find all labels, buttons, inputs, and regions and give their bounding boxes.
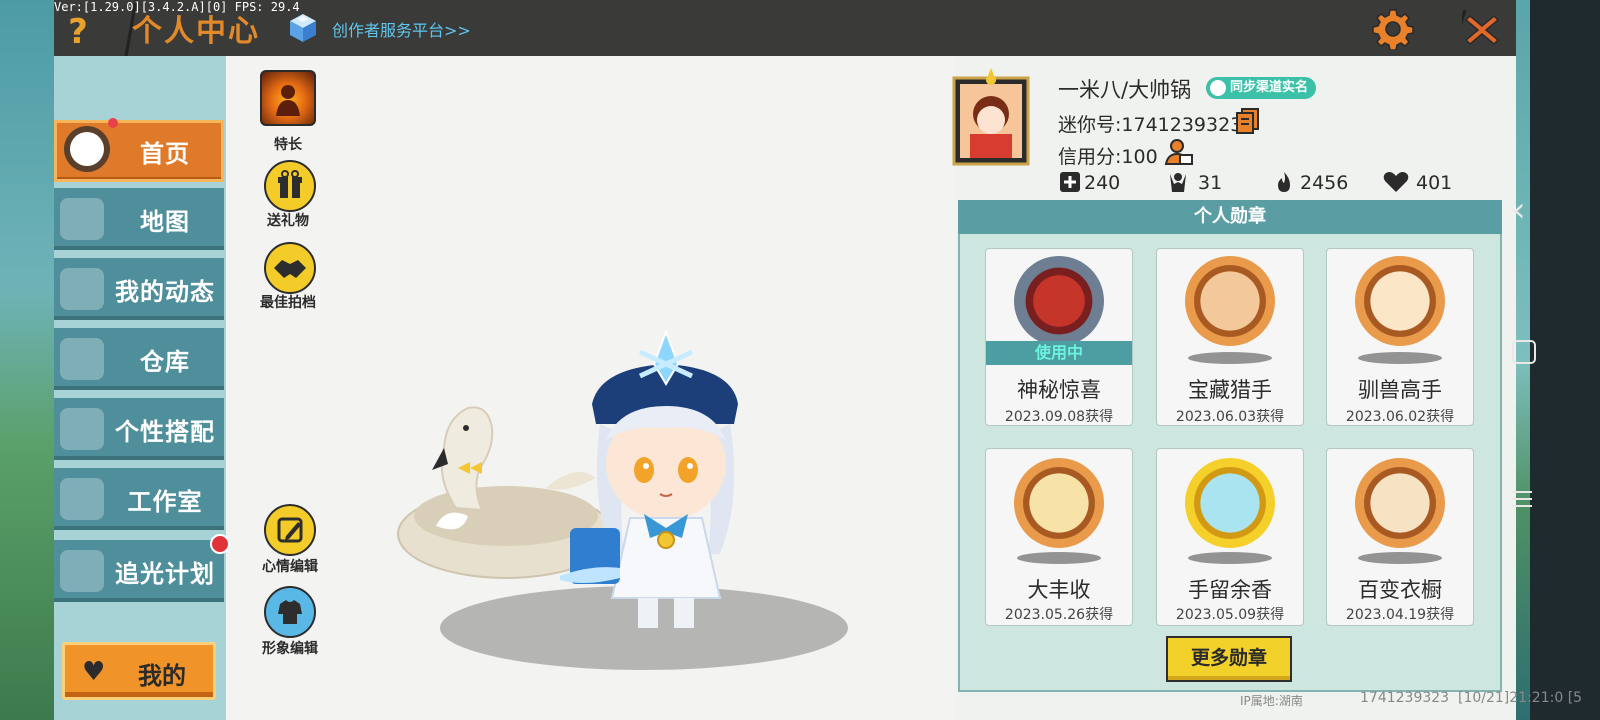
house-icon bbox=[60, 338, 104, 380]
medal-date: 2023.04.19获得 bbox=[1345, 607, 1455, 623]
credit-score: 信用分:100 bbox=[1058, 146, 1158, 168]
sidebar-item-label: 我的动态 bbox=[115, 278, 215, 306]
mini-id: 迷你号:1741239323 bbox=[1058, 114, 1243, 136]
mood-edit-label: 心情编辑 bbox=[262, 559, 318, 575]
popularity-count: 2456 bbox=[1300, 172, 1349, 194]
creator-platform-link[interactable]: 创作者服务平台>> bbox=[332, 17, 471, 41]
notification-dot bbox=[210, 534, 230, 554]
copy-icon[interactable] bbox=[1236, 108, 1260, 134]
help-button[interactable]: ? bbox=[62, 10, 94, 52]
fans-count: 31 bbox=[1198, 172, 1223, 194]
medal-name: 百变衣橱 bbox=[1358, 578, 1442, 602]
more-medals-button[interactable]: 更多勋章 bbox=[1166, 636, 1292, 682]
medal-name: 驯兽高手 bbox=[1358, 378, 1442, 402]
beast-tamer-medal bbox=[1355, 256, 1445, 346]
medal-date: 2023.06.02获得 bbox=[1345, 409, 1455, 425]
game-background-left bbox=[0, 0, 56, 720]
edit-icon[interactable] bbox=[264, 504, 316, 556]
fans-icon bbox=[1170, 173, 1186, 192]
talent-label: 特长 bbox=[274, 137, 302, 153]
version-text: Ver:[1.29.0][3.4.2.A][0] FPS: 29.4 bbox=[54, 0, 300, 14]
hearts-icon bbox=[1383, 172, 1409, 192]
person-check-icon bbox=[1210, 80, 1226, 96]
likes-count: 401 bbox=[1416, 172, 1453, 194]
handshake-icon[interactable] bbox=[264, 242, 316, 294]
sidebar-item-warehouse[interactable]: 仓库 bbox=[54, 328, 224, 390]
medal-shadow bbox=[1358, 352, 1442, 364]
medal-date: 2023.09.08获得 bbox=[1004, 409, 1114, 425]
gift-icon[interactable] bbox=[264, 160, 316, 212]
sidebar-item-my-feed[interactable]: 我的动态 bbox=[54, 258, 224, 320]
fire-figure-icon bbox=[276, 85, 300, 116]
sidebar-item-label: 追光计划 bbox=[115, 560, 215, 588]
best-partner-label: 最佳拍档 bbox=[260, 295, 316, 311]
medal-shadow bbox=[1188, 352, 1272, 364]
sidebar-item-label: 首页 bbox=[140, 140, 190, 168]
image-edit-label: 形象编辑 bbox=[262, 641, 318, 657]
sidebar-item-chase-light-plan[interactable]: 追光计划 bbox=[54, 540, 224, 602]
back-icon[interactable]: ‹ bbox=[1512, 190, 1526, 230]
medal-date: 2023.05.26获得 bbox=[1004, 607, 1114, 623]
map-icon bbox=[60, 198, 104, 240]
sidebar-item-outfit[interactable]: 个性搭配 bbox=[54, 398, 224, 460]
ip-location: IP属地:湖南 bbox=[1240, 694, 1303, 708]
floating-assist-dot bbox=[70, 132, 104, 166]
flame-icon bbox=[1278, 172, 1290, 192]
footer-player-id: 1741239323 bbox=[1360, 690, 1450, 706]
avatar[interactable] bbox=[952, 68, 1030, 166]
versatile-wardrobe-medal bbox=[1355, 458, 1445, 548]
friends-count: 240 bbox=[1084, 172, 1121, 194]
studio-image-icon bbox=[60, 478, 104, 520]
sidebar-item-label: 地图 bbox=[140, 208, 190, 236]
add-friend-icon bbox=[1060, 172, 1080, 192]
close-icon[interactable] bbox=[1462, 10, 1502, 50]
sidebar-item-map[interactable]: 地图 bbox=[54, 188, 224, 250]
sidebar-item-label: 仓库 bbox=[140, 348, 190, 376]
gift-label: 送礼物 bbox=[267, 213, 309, 229]
plan-icon bbox=[60, 550, 104, 592]
medal-name: 大丰收 bbox=[1027, 578, 1091, 602]
mystery-surprise-medal bbox=[1014, 256, 1104, 346]
avatar-face-icon bbox=[60, 408, 104, 450]
lingering-fragrance-medal bbox=[1185, 458, 1275, 548]
medal-shadow bbox=[1017, 552, 1101, 564]
treasure-hunter-medal bbox=[1185, 256, 1275, 346]
medal-name: 神秘惊喜 bbox=[1017, 378, 1101, 402]
medal-name: 宝藏猎手 bbox=[1188, 378, 1272, 402]
sidebar-item-label: 个性搭配 bbox=[115, 418, 215, 446]
medal-panel-title: 个人勋章 bbox=[958, 200, 1502, 234]
gear-icon[interactable] bbox=[1372, 8, 1414, 50]
medal-date: 2023.05.09获得 bbox=[1175, 607, 1285, 623]
cube-icon[interactable] bbox=[288, 12, 318, 44]
credit-user-icon[interactable] bbox=[1164, 138, 1194, 166]
medal-shadow bbox=[1358, 552, 1442, 564]
talent-icon[interactable] bbox=[260, 70, 316, 126]
menu-icon[interactable] bbox=[1512, 486, 1532, 512]
mine-button-label: 我的 bbox=[138, 662, 186, 690]
heart-icon: ♥ bbox=[82, 657, 106, 687]
notification-dot bbox=[108, 118, 118, 128]
player-name: 一米八/大帅锅 bbox=[1058, 78, 1192, 102]
bumper-harvest-medal bbox=[1014, 458, 1104, 548]
clothing-icon[interactable] bbox=[264, 586, 316, 638]
sidebar-item-studio[interactable]: 工作室 bbox=[54, 468, 224, 530]
medal-date: 2023.06.03获得 bbox=[1175, 409, 1285, 425]
bell-icon bbox=[60, 268, 104, 310]
in-use-tag: 使用中 bbox=[986, 341, 1132, 365]
medal-shadow bbox=[1188, 552, 1272, 564]
medal-name: 手留余香 bbox=[1188, 578, 1272, 602]
footer-timestamp: [10/21]21:21:0 [5 bbox=[1458, 690, 1583, 706]
sidebar-item-label: 工作室 bbox=[127, 488, 203, 516]
player-avatar-character[interactable] bbox=[560, 328, 770, 638]
home-icon[interactable] bbox=[1512, 340, 1536, 364]
